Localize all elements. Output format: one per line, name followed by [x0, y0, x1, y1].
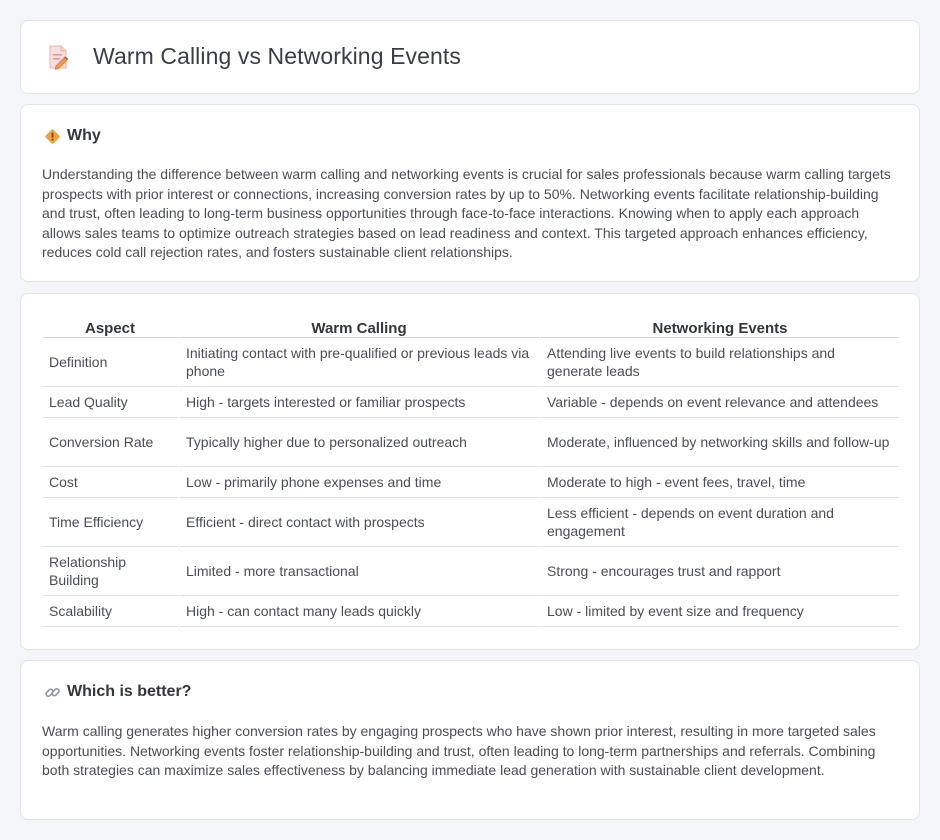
header-aspect: Aspect — [43, 316, 180, 338]
aspect-cell: Scalability — [43, 596, 180, 627]
table-row: Scalability High - can contact many lead… — [43, 596, 899, 627]
better-text: Warm calling generates higher conversion… — [42, 723, 876, 778]
aspect-cell: Time Efficiency — [43, 498, 180, 547]
page-title: Warm Calling vs Networking Events — [93, 43, 461, 69]
aspect-cell: Cost — [43, 467, 180, 498]
title-row: Warm Calling vs Networking Events — [47, 43, 461, 70]
why-title: Why — [67, 127, 101, 144]
aspect-cell: Lead Quality — [43, 387, 180, 418]
link-icon — [43, 683, 61, 701]
aspect-cell: Definition — [43, 338, 180, 387]
header-card: Warm Calling vs Networking Events — [20, 20, 920, 94]
comparison-table: Aspect Warm Calling Networking Events De… — [43, 316, 899, 627]
warm-calling-cell: Efficient - direct contact with prospect… — [180, 498, 541, 547]
networking-events-cell: Less efficient - depends on event durati… — [541, 498, 899, 547]
networking-events-cell: Attending live events to build relations… — [541, 338, 899, 387]
which-is-better-section: Which is better? Warm calling generates … — [20, 660, 920, 820]
networking-events-cell: Low - limited by event size and frequenc… — [541, 596, 899, 627]
networking-events-cell: Variable - depends on event relevance an… — [541, 387, 899, 418]
networking-events-cell: Moderate, influenced by networking skill… — [541, 418, 899, 467]
header-warm-calling: Warm Calling — [180, 316, 541, 338]
warm-calling-cell: High - can contact many leads quickly — [180, 596, 541, 627]
warm-calling-cell: Typically higher due to personalized out… — [180, 418, 541, 467]
comparison-section: Aspect Warm Calling Networking Events De… — [20, 293, 920, 650]
why-text: Understanding the difference between war… — [42, 166, 891, 260]
document-pencil-icon — [47, 44, 69, 70]
why-heading: Why — [43, 127, 101, 145]
better-title: Which is better? — [67, 683, 192, 700]
table-header-row: Aspect Warm Calling Networking Events — [43, 316, 899, 338]
table-row: Cost Low - primarily phone expenses and … — [43, 467, 899, 498]
header-networking-events: Networking Events — [541, 316, 899, 338]
warm-calling-cell: High - targets interested or familiar pr… — [180, 387, 541, 418]
aspect-cell: Conversion Rate — [43, 418, 180, 467]
table-row: Lead Quality High - targets interested o… — [43, 387, 899, 418]
diamond-warning-icon — [43, 127, 61, 145]
table-row: Time Efficiency Efficient - direct conta… — [43, 498, 899, 547]
networking-events-cell: Strong - encourages trust and rapport — [541, 547, 899, 596]
table-row: Relationship Building Limited - more tra… — [43, 547, 899, 596]
warm-calling-cell: Low - primarily phone expenses and time — [180, 467, 541, 498]
warm-calling-cell: Initiating contact with pre-qualified or… — [180, 338, 541, 387]
aspect-cell: Relationship Building — [43, 547, 180, 596]
table-row: Definition Initiating contact with pre-q… — [43, 338, 899, 387]
better-heading: Which is better? — [43, 683, 191, 701]
warm-calling-cell: Limited - more transactional — [180, 547, 541, 596]
why-section: Why Understanding the difference between… — [20, 104, 920, 282]
table-row: Conversion Rate Typically higher due to … — [43, 418, 899, 467]
networking-events-cell: Moderate to high - event fees, travel, t… — [541, 467, 899, 498]
